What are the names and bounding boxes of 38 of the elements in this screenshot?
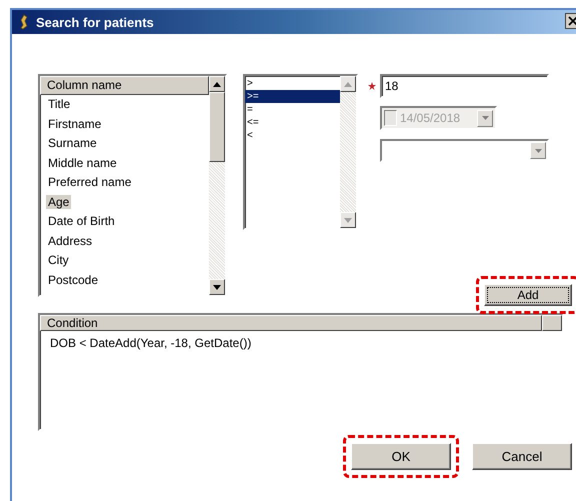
scroll-down-button[interactable]	[209, 279, 225, 295]
scroll-up-button[interactable]	[340, 76, 356, 92]
cancel-button[interactable]: Cancel	[472, 443, 572, 470]
close-icon	[568, 16, 576, 26]
dropdown-button[interactable]	[530, 142, 546, 159]
ok-button[interactable]: OK	[351, 443, 451, 470]
column-item[interactable]: Firstname	[46, 116, 104, 130]
caret-icon	[534, 148, 542, 152]
operator-item[interactable]: =	[245, 103, 340, 116]
column-item[interactable]: Address	[46, 234, 94, 248]
down-arrow-icon	[213, 284, 221, 290]
operator-item[interactable]: >	[245, 77, 340, 90]
figure-icon	[18, 14, 30, 30]
scroll-thumb[interactable]	[209, 92, 225, 162]
window-title: Search for patients	[36, 14, 154, 30]
operator-item[interactable]: <	[245, 129, 340, 142]
up-arrow-icon	[344, 82, 352, 86]
column-item[interactable]: Postcode	[46, 272, 100, 286]
operator-item[interactable]: >=	[245, 90, 340, 103]
add-button[interactable]: Add	[484, 284, 572, 306]
column-item[interactable]: Preferred name	[46, 175, 134, 189]
operator-item[interactable]: <=	[245, 116, 340, 129]
column-item[interactable]: Age	[46, 194, 72, 208]
dropdown-field[interactable]	[380, 139, 549, 162]
scroll-down-button[interactable]	[340, 212, 356, 228]
column-header[interactable]: Condition	[40, 315, 542, 331]
column-item[interactable]: Title	[46, 97, 72, 111]
value-field[interactable]: 18	[380, 74, 549, 98]
down-arrow-icon	[344, 218, 352, 222]
scroll-up-button[interactable]	[209, 76, 225, 92]
column-item[interactable]: City	[46, 253, 71, 267]
column-item[interactable]: Middle name	[46, 156, 119, 170]
column-item[interactable]: Date of Birth	[46, 214, 117, 228]
up-arrow-icon	[213, 82, 221, 86]
condition-row[interactable]: DOB < DateAdd(Year, -18, GetDate())	[40, 331, 562, 350]
column-item[interactable]: Surname	[46, 136, 99, 150]
caret-icon	[482, 116, 488, 120]
column-header[interactable]: Column name	[40, 76, 209, 95]
